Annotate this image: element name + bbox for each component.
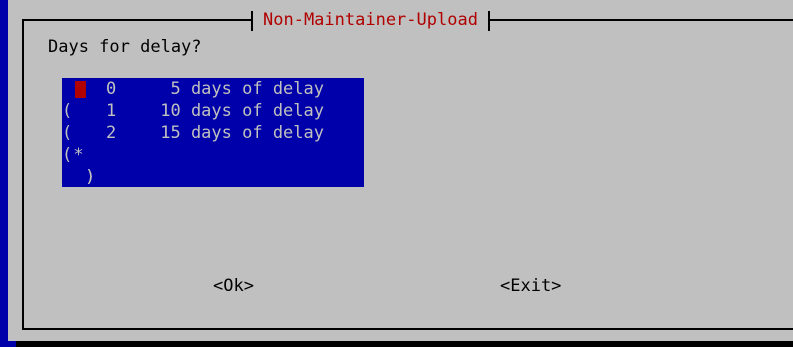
option-tag: 1 [106, 101, 117, 121]
radio-option-2[interactable]: ( ) 2 15 days of delay [62, 122, 324, 209]
title-right-tick [487, 11, 490, 31]
option-label: 10 days of delay [150, 101, 324, 121]
dialog: Non-Maintainer-Upload Days for delay? ( … [8, 0, 793, 341]
radio-button[interactable]: ( * ) [62, 100, 106, 187]
ok-button[interactable]: <Ok> [213, 275, 254, 297]
radio-list[interactable]: ( ) 0 5 days of delay ( * ) 1 10 days of… [62, 78, 364, 209]
option-label: 15 days of delay [150, 123, 324, 143]
focus-cursor [75, 81, 86, 98]
option-tag: 0 [106, 79, 117, 99]
radio-option-1[interactable]: ( * ) 1 10 days of delay [62, 100, 324, 187]
option-label: 5 days of delay [150, 79, 324, 99]
radio-option-0[interactable]: ( ) 0 5 days of delay [62, 78, 324, 187]
radio-button[interactable]: ( ) [62, 78, 106, 187]
radio-button[interactable]: ( ) [62, 122, 106, 209]
dialog-title-bar: Non-Maintainer-Upload [251, 9, 490, 31]
exit-button[interactable]: <Exit> [500, 275, 561, 297]
dialog-title: Non-Maintainer-Upload [263, 10, 478, 30]
option-tag: 2 [106, 123, 117, 143]
radio-mark [73, 166, 84, 188]
prompt-text: Days for delay? [48, 37, 202, 57]
